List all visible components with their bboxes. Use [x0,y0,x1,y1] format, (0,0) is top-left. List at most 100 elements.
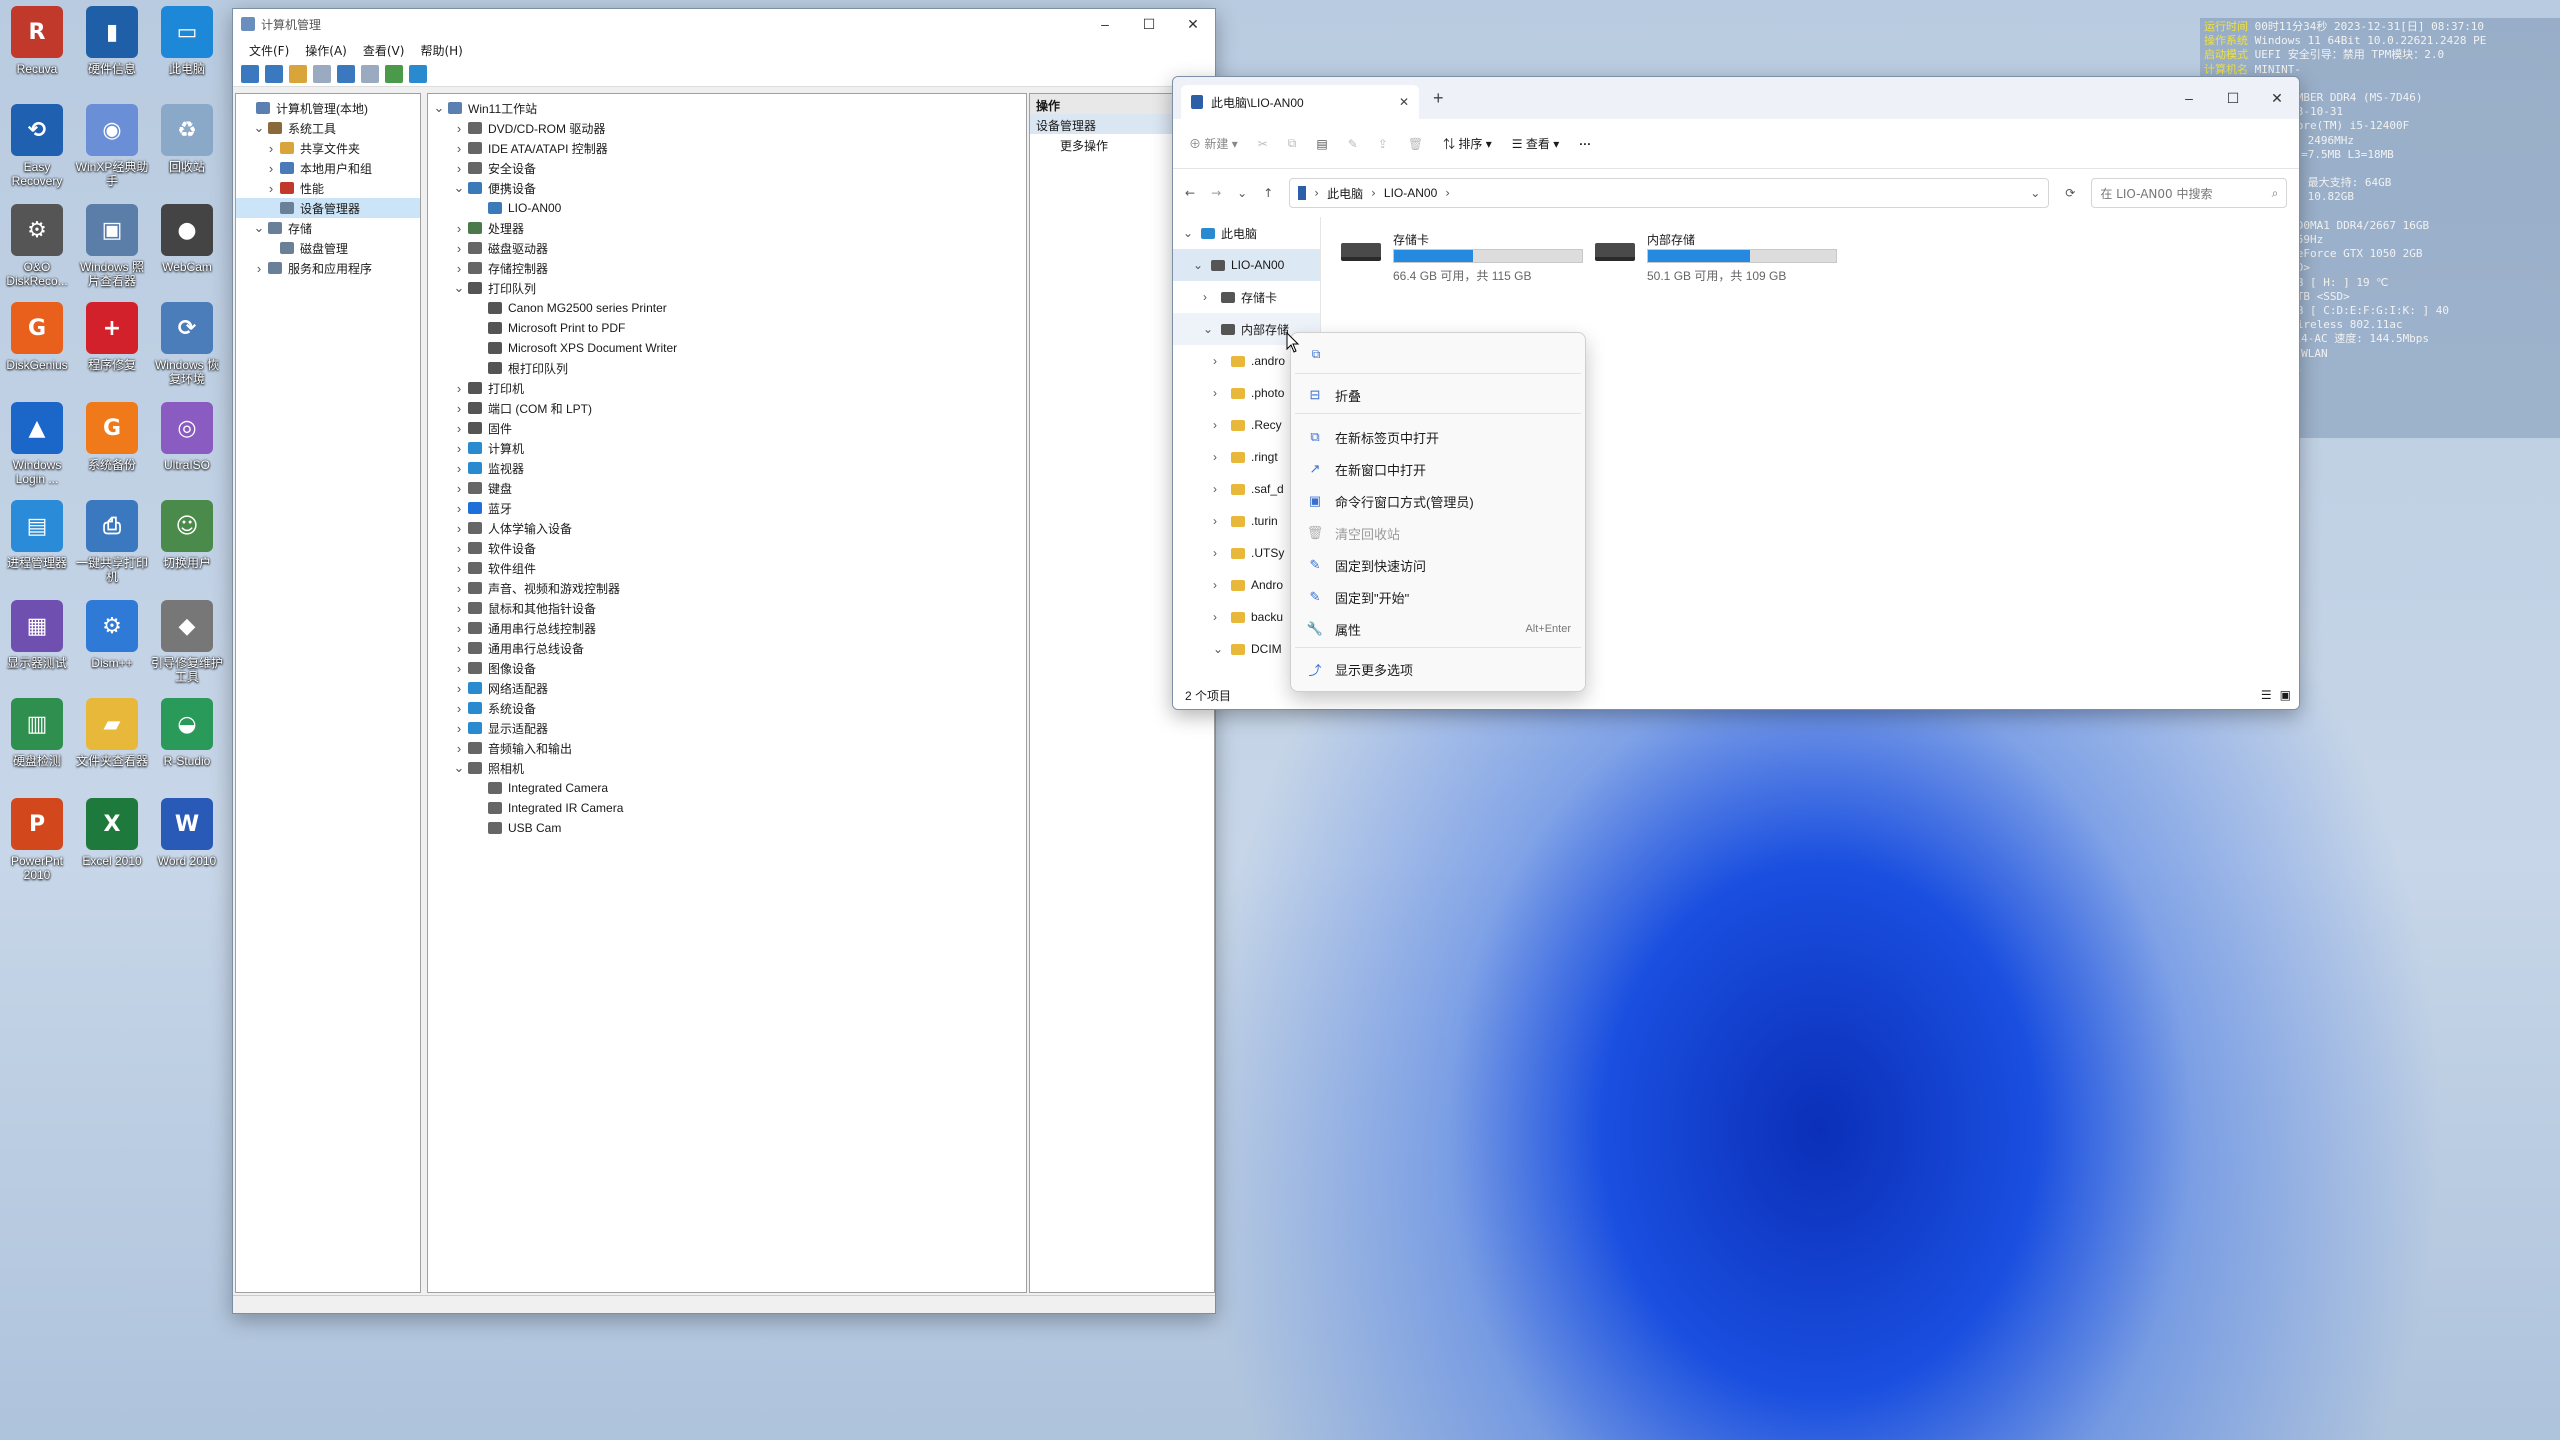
desktop-icon[interactable]: ▥ 硬盘检测 [0,698,74,768]
rename-icon[interactable]: ✎ [1348,137,1358,151]
help-icon[interactable] [337,64,355,83]
desktop-icon[interactable]: ⚙ O&O DiskReco... [0,204,74,288]
collapsed-chevron-icon[interactable]: › [1213,610,1231,624]
desktop-icon[interactable]: ♻ 回收站 [150,104,224,174]
tree-item[interactable]: › 声音、视频和游戏控制器 [428,578,1026,598]
tree-item[interactable]: ⌄ 便携设备 [428,178,1026,198]
collapsed-chevron-icon[interactable]: › [1213,578,1231,592]
tree-item[interactable]: › 网络适配器 [428,678,1026,698]
tree-item[interactable]: › 服务和应用程序 [236,258,420,278]
desktop-icon[interactable]: ▣ Windows 照片查看器 [75,204,149,288]
desktop-icon[interactable]: ◎ UltraISO [150,402,224,472]
context-menu-item[interactable]: ↗ 在新窗口中打开 [1291,455,1585,483]
sort-button[interactable]: ⇅ 排序 ▾ [1443,135,1492,152]
new-button[interactable]: ⊕ 新建 ▾ [1189,135,1238,152]
collapsed-chevron-icon[interactable]: › [452,621,466,636]
tree-item[interactable]: › 端口 (COM 和 LPT) [428,398,1026,418]
tree-item[interactable]: ⌄ 打印队列 [428,278,1026,298]
collapsed-chevron-icon[interactable]: › [452,501,466,516]
close-tab-icon[interactable]: ✕ [1399,95,1409,109]
desktop-icon[interactable]: ◆ 引导修复维护工具 [150,600,224,684]
desktop-icon[interactable]: + 程序修复 [75,302,149,372]
collapsed-chevron-icon[interactable]: › [452,241,466,256]
collapsed-chevron-icon[interactable]: › [452,541,466,556]
new-tab-button[interactable]: + [1433,88,1444,109]
desktop-icon[interactable]: ⟳ Windows 恢复环境 [150,302,224,386]
minimize-button[interactable]: – [1083,9,1127,39]
tree-item[interactable]: ⌄ 照相机 [428,758,1026,778]
up-icon[interactable] [289,64,307,83]
tab-lio-an00[interactable]: 此电脑\LIO-AN00 ✕ [1181,85,1419,119]
tree-item[interactable]: 计算机管理(本地) [236,98,420,118]
desktop-icon[interactable]: ◉ WinXP经典助手 [75,104,149,188]
monitor-icon[interactable] [409,64,427,83]
up-icon[interactable]: ↑ [1263,186,1273,200]
desktop-icon[interactable]: ▮ 硬件信息 [75,6,149,76]
cut-icon[interactable]: ✂ [1258,137,1268,151]
tree-item[interactable]: › 打印机 [428,378,1026,398]
context-menu-item[interactable]: 🔧 属性 Alt+Enter [1291,615,1585,643]
collapsed-chevron-icon[interactable]: › [1213,546,1231,560]
address-dropdown-icon[interactable]: ⌄ [2030,186,2040,200]
tree-item[interactable]: › 系统设备 [428,698,1026,718]
collapsed-chevron-icon[interactable]: › [452,481,466,496]
tree-item[interactable]: › 计算机 [428,438,1026,458]
minimize-button[interactable]: – [2167,83,2211,113]
desktop-icon[interactable]: X Excel 2010 [75,798,149,868]
menu-action[interactable]: 操作(A) [297,42,355,59]
collapsed-chevron-icon[interactable]: › [452,121,466,136]
collapsed-chevron-icon[interactable]: › [452,221,466,236]
tree-item[interactable]: ⌄ Win11工作站 [428,98,1026,118]
tree-item[interactable]: › 共享文件夹 [236,138,420,158]
desktop-icon[interactable]: W Word 2010 [150,798,224,868]
expanded-chevron-icon[interactable]: ⌄ [252,120,266,135]
expanded-chevron-icon[interactable]: ⌄ [452,760,466,775]
context-menu-item[interactable]: ⤴ 显示更多选项 [1291,655,1585,683]
context-menu-item[interactable]: ⊟ 折叠 [1291,381,1585,409]
maximize-button[interactable]: ☐ [2211,83,2255,113]
desktop-icon[interactable]: ⎙ 一键共享打印机 [75,500,149,584]
title-bar[interactable]: 计算机管理 – ☐ ✕ [233,9,1215,39]
desktop-icon[interactable]: ▦ 显示器测试 [0,600,74,670]
collapsed-chevron-icon[interactable]: › [1213,354,1231,368]
collapsed-chevron-icon[interactable]: › [452,721,466,736]
collapsed-chevron-icon[interactable]: › [452,441,466,456]
tree-item[interactable]: Integrated Camera [428,778,1026,798]
collapsed-chevron-icon[interactable]: › [1203,290,1221,304]
collapsed-chevron-icon[interactable]: › [452,641,466,656]
tree-item[interactable]: › IDE ATA/ATAPI 控制器 [428,138,1026,158]
view-button[interactable]: ☰ 查看 ▾ [1512,135,1559,152]
tree-item[interactable]: LIO-AN00 [428,198,1026,218]
tree-item[interactable]: Microsoft XPS Document Writer [428,338,1026,358]
copy-action-icon[interactable]: ⧉ [1303,341,1329,367]
maximize-button[interactable]: ☐ [1127,9,1171,39]
desktop-icon[interactable]: G 系统备份 [75,402,149,472]
tree-item[interactable]: › 人体学输入设备 [428,518,1026,538]
address-bar[interactable]: › 此电脑 › LIO-AN00 › ⌄ [1289,178,2050,208]
desktop-icon[interactable]: ▲ Windows Login ... [0,402,74,486]
forward-icon[interactable]: → [1211,186,1221,200]
expanded-chevron-icon[interactable]: ⌄ [1183,226,1201,240]
tree-item[interactable]: › 软件设备 [428,538,1026,558]
desktop-icon[interactable]: ⟲ Easy Recovery [0,104,74,188]
collapsed-chevron-icon[interactable]: › [452,161,466,176]
collapsed-chevron-icon[interactable]: › [452,261,466,276]
paste-icon[interactable]: ▤ [1316,137,1327,151]
collapsed-chevron-icon[interactable]: › [264,141,278,156]
collapsed-chevron-icon[interactable]: › [452,581,466,596]
collapsed-chevron-icon[interactable]: › [452,561,466,576]
tree-item[interactable]: › 软件组件 [428,558,1026,578]
collapsed-chevron-icon[interactable]: › [452,141,466,156]
collapsed-chevron-icon[interactable]: › [452,461,466,476]
expanded-chevron-icon[interactable]: ⌄ [432,100,446,115]
tree-item[interactable]: › 磁盘驱动器 [428,238,1026,258]
recent-icon[interactable]: ⌄ [1237,186,1247,200]
delete-icon[interactable]: 🗑 [1408,137,1423,151]
context-menu-item[interactable]: ✎ 固定到"开始" [1291,583,1585,611]
desktop-icon[interactable]: ▤ 进程管理器 [0,500,74,570]
tree-item[interactable]: 磁盘管理 [236,238,420,258]
details-view-icon[interactable]: ☰ [2261,688,2272,702]
tree-item[interactable]: ⌄ 系统工具 [236,118,420,138]
tree-item[interactable]: Canon MG2500 series Printer [428,298,1026,318]
copy-icon[interactable]: ⧉ [1288,136,1297,151]
